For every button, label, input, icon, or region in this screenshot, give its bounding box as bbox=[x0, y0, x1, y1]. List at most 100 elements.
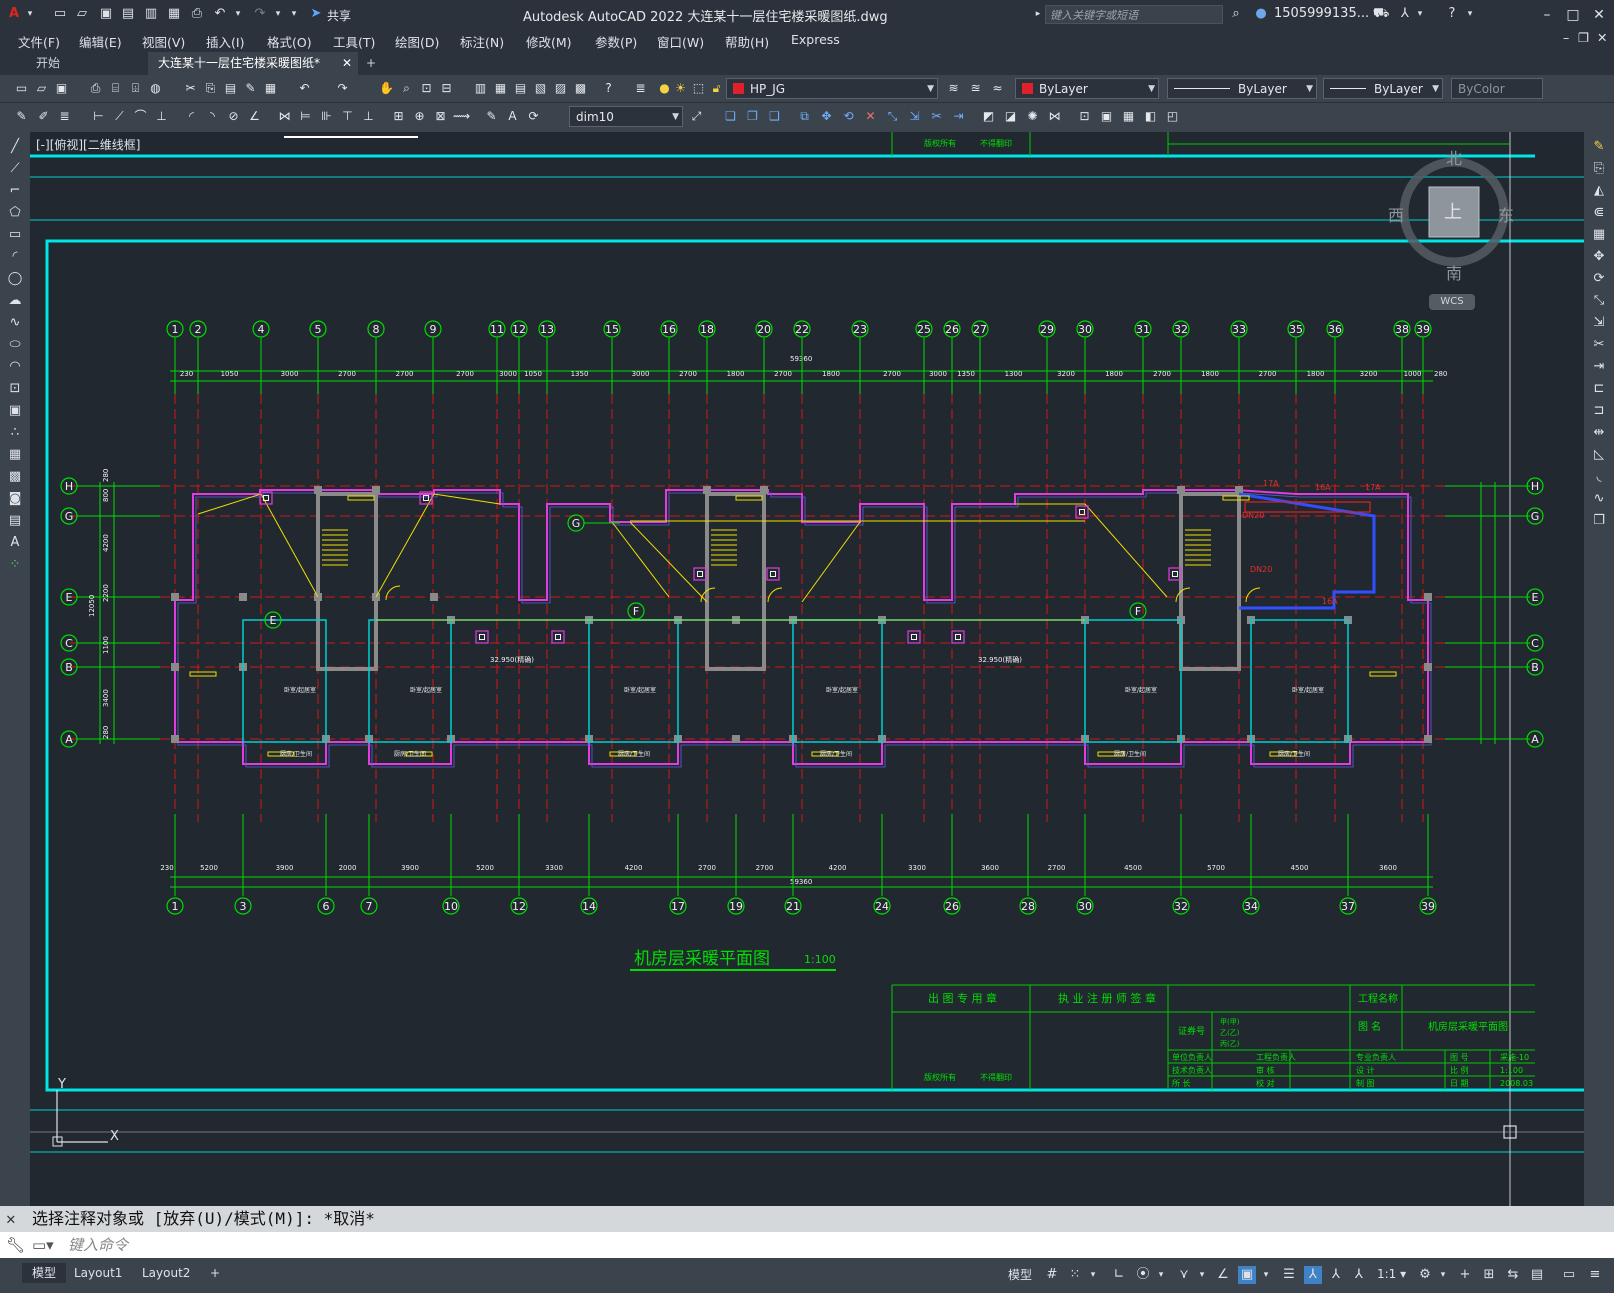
viewport-controls-label[interactable]: [-][俯视][二维线框] bbox=[36, 136, 140, 153]
stretch-icon[interactable]: ⇲ bbox=[1590, 314, 1608, 332]
cart-icon[interactable]: ⛟ bbox=[1373, 6, 1389, 22]
ellipse-arc-icon[interactable]: ◠ bbox=[6, 358, 24, 376]
angular-dim-icon[interactable]: ∠ bbox=[246, 108, 263, 125]
doc-restore-icon[interactable]: ❐ bbox=[1578, 30, 1589, 45]
properties-icon[interactable]: ▥ bbox=[472, 80, 489, 97]
menu-express[interactable]: Express bbox=[791, 32, 840, 47]
minimize-window-icon[interactable]: – bbox=[1536, 4, 1558, 26]
app-menu-chevron-icon[interactable]: ▾ bbox=[22, 6, 38, 22]
trim-icon[interactable]: ✂ bbox=[1590, 336, 1608, 354]
snap-icon[interactable]: ⁙ bbox=[1066, 1266, 1084, 1284]
tab-layout1[interactable]: Layout1 bbox=[64, 1263, 132, 1283]
undo-dropdown-icon[interactable]: ▾ bbox=[230, 6, 246, 22]
3d-print-icon[interactable]: ◍ bbox=[147, 80, 164, 97]
stretch-icon[interactable]: ⇲ bbox=[906, 108, 923, 125]
spline-icon[interactable]: ∿ bbox=[6, 314, 24, 332]
design-center-icon[interactable]: ▦ bbox=[492, 80, 509, 97]
edit-attribute-icon[interactable]: ✐ bbox=[35, 108, 52, 125]
menu-window[interactable]: 窗口(W) bbox=[657, 32, 704, 51]
tab-layout2[interactable]: Layout2 bbox=[132, 1263, 200, 1283]
paste-icon[interactable]: ▤ bbox=[222, 80, 239, 97]
region-icon[interactable]: ◙ bbox=[6, 490, 24, 508]
circle-icon[interactable]: ◯ bbox=[6, 270, 24, 288]
doc-close-icon[interactable]: ✕ bbox=[1597, 30, 1607, 45]
clean-screen-icon[interactable]: ▭ bbox=[1560, 1266, 1578, 1284]
erase-icon[interactable]: ✎ bbox=[1590, 138, 1608, 156]
layer-properties-icon[interactable]: ≣ bbox=[632, 80, 649, 97]
share-icon[interactable]: ➤ bbox=[308, 6, 324, 22]
share-label[interactable]: 共享 bbox=[327, 7, 351, 24]
recent-commands-icon[interactable]: ▭▾ bbox=[32, 1232, 54, 1258]
move-icon[interactable]: ✥ bbox=[818, 108, 835, 125]
gradient-icon[interactable]: ▩ bbox=[6, 468, 24, 486]
undo-icon[interactable]: ↶ bbox=[296, 80, 313, 97]
isodraft-icon[interactable]: ⋎ bbox=[1175, 1266, 1193, 1284]
rotate-icon[interactable]: ⟳ bbox=[1590, 270, 1608, 288]
new-tab-button[interactable]: + bbox=[356, 52, 386, 75]
layer-dropdown[interactable]: HP_JG ▼ bbox=[726, 78, 938, 99]
hatch-icon[interactable]: ▦ bbox=[1120, 108, 1137, 125]
mirror-icon[interactable]: ❐ bbox=[744, 108, 761, 125]
command-line[interactable]: 🔧︎ ▭▾ 键入命令 bbox=[0, 1232, 1614, 1258]
viewcube-south[interactable]: 南 bbox=[1446, 260, 1462, 284]
user-account[interactable]: 1505999135... ▾ bbox=[1274, 6, 1380, 21]
continue-dim-icon[interactable]: ⊪ bbox=[318, 108, 335, 125]
tab-start[interactable]: 开始 bbox=[26, 52, 128, 75]
region-icon[interactable]: ◰ bbox=[1164, 108, 1181, 125]
layer-freeze-icon[interactable]: ☀ bbox=[672, 80, 689, 97]
polar-icon[interactable]: ⦿ bbox=[1134, 1266, 1152, 1284]
rotate-icon[interactable]: ⟲ bbox=[840, 108, 857, 125]
user-icon[interactable]: ● bbox=[1253, 6, 1269, 22]
block-editor-icon[interactable]: ▦ bbox=[262, 80, 279, 97]
inspect-icon[interactable]: ⊠ bbox=[432, 108, 449, 125]
tolerance-icon[interactable]: ⊞ bbox=[390, 108, 407, 125]
autodesk-app-dropdown-icon[interactable]: ▾ bbox=[1412, 6, 1428, 22]
layer-match-icon[interactable]: ≈ bbox=[989, 80, 1006, 97]
viewcube-top-face[interactable]: 上 bbox=[1444, 198, 1462, 224]
add-layout-button[interactable]: + bbox=[200, 1263, 230, 1283]
menu-insert[interactable]: 插入(I) bbox=[206, 32, 244, 51]
hatch-icon[interactable]: ▦ bbox=[6, 446, 24, 464]
menu-dimension[interactable]: 标注(N) bbox=[460, 32, 504, 51]
zoom-realtime-icon[interactable]: ⌕ bbox=[398, 80, 415, 97]
mtext-icon[interactable]: A bbox=[6, 534, 24, 552]
object-snap-dropdown-icon[interactable]: ▾ bbox=[1257, 1266, 1275, 1284]
table-icon[interactable]: ▤ bbox=[6, 512, 24, 530]
save-icon[interactable]: ▣ bbox=[53, 80, 70, 97]
menu-parametric[interactable]: 参数(P) bbox=[595, 32, 637, 51]
snap-dropdown-icon[interactable]: ▾ bbox=[1084, 1266, 1102, 1284]
dim-text-edit-icon[interactable]: A bbox=[504, 108, 521, 125]
dimstyle-dropdown[interactable]: dim10 ▼ bbox=[569, 106, 683, 127]
gradient-icon[interactable]: ◧ bbox=[1142, 108, 1159, 125]
wrench-icon[interactable]: 🔧︎ bbox=[6, 1232, 25, 1258]
erase-icon[interactable]: ✕ bbox=[862, 108, 879, 125]
array-icon[interactable]: ⧉ bbox=[796, 108, 813, 125]
auto-scale-icon[interactable]: ⅄ bbox=[1327, 1266, 1345, 1284]
dim-break-icon[interactable]: ⊥ bbox=[360, 108, 377, 125]
mirror-icon[interactable]: ◭ bbox=[1590, 182, 1608, 200]
arc-length-icon[interactable]: ⌒ bbox=[132, 108, 149, 125]
revcloud-icon[interactable]: ☁ bbox=[6, 292, 24, 310]
jogged-linear-icon[interactable]: ⟿ bbox=[453, 108, 470, 125]
make-block-icon[interactable]: ▣ bbox=[6, 402, 24, 420]
match-prop-icon[interactable]: ✎ bbox=[242, 80, 259, 97]
viewcube-north[interactable]: 北 bbox=[1446, 145, 1462, 169]
extend-icon[interactable]: ⇥ bbox=[950, 108, 967, 125]
lineweight-icon[interactable]: ☰ bbox=[1280, 1266, 1298, 1284]
trim-icon[interactable]: ✂ bbox=[928, 108, 945, 125]
ortho-icon[interactable]: ∟ bbox=[1110, 1266, 1128, 1284]
line-icon[interactable]: ╱ bbox=[6, 138, 24, 156]
copy-icon[interactable]: ⎘ bbox=[202, 80, 219, 97]
zoom-previous-icon[interactable]: ⊟ bbox=[438, 80, 455, 97]
menu-format[interactable]: 格式(O) bbox=[267, 32, 312, 51]
menu-edit[interactable]: 编辑(E) bbox=[79, 32, 122, 51]
tool-palette-icon[interactable]: ▤ bbox=[512, 80, 529, 97]
point-icon[interactable]: ∴ bbox=[6, 424, 24, 442]
menu-help[interactable]: 帮助(H) bbox=[725, 32, 769, 51]
markup-icon[interactable]: ▨ bbox=[552, 80, 569, 97]
insert-block-icon[interactable]: ⊡ bbox=[6, 380, 24, 398]
workspace-gear-icon[interactable]: ⚙ bbox=[1416, 1266, 1434, 1284]
save-as-icon[interactable]: ▤ bbox=[120, 6, 136, 22]
aligned-dim-icon[interactable]: ⟋ bbox=[111, 108, 128, 125]
search-input[interactable]: 键入关键字或短语 bbox=[1045, 5, 1223, 24]
